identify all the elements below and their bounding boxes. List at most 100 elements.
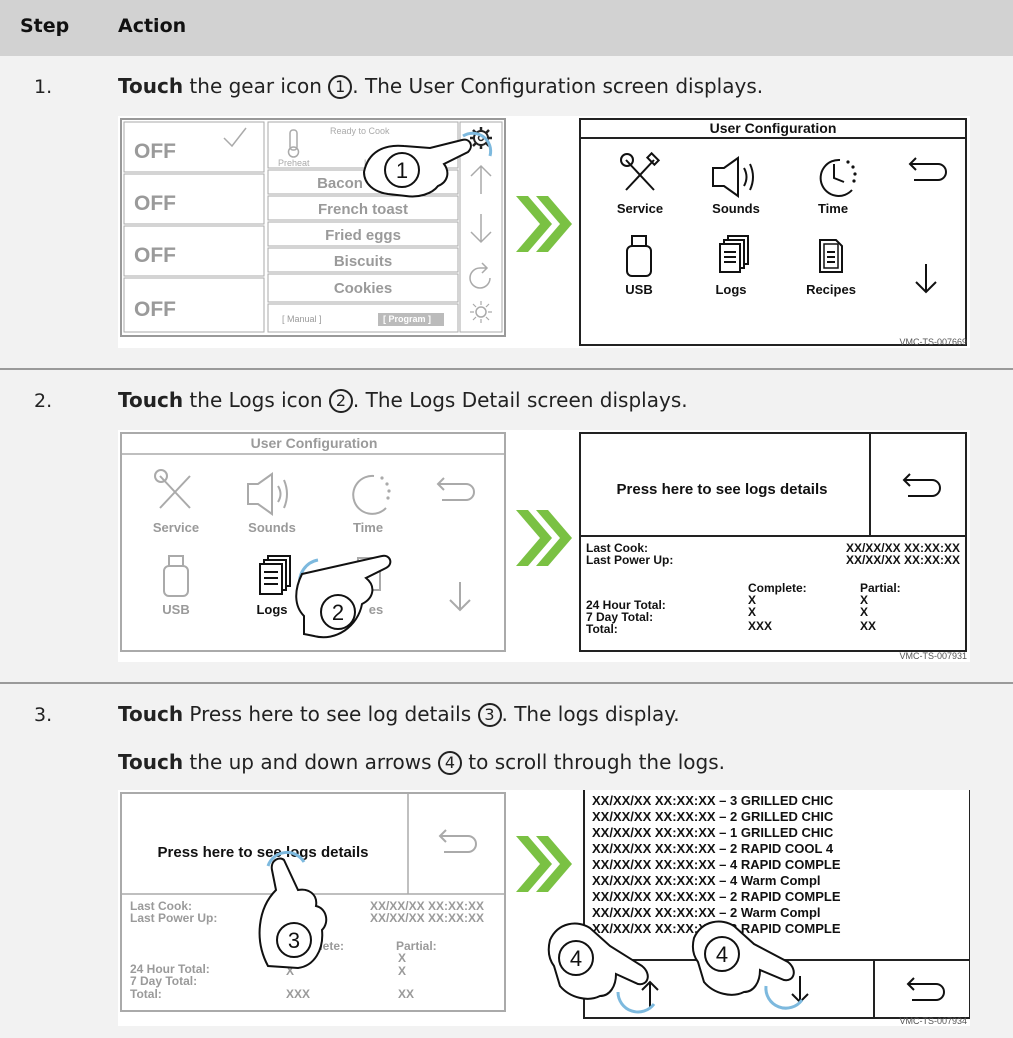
total-label: 7 Day Total: — [130, 974, 197, 988]
menu-item: Biscuits — [334, 253, 392, 270]
screen-title: User Configuration — [710, 120, 837, 136]
menu-item: Cookies — [334, 280, 392, 297]
complete-value: X — [748, 605, 756, 619]
preheat-label: Preheat — [278, 158, 310, 168]
next-arrow-icon — [516, 510, 572, 566]
last-power-up-value: XX/XX/XX XX:XX:XX — [370, 911, 484, 925]
instruction-text: the Logs icon — [183, 388, 329, 412]
recipes-label: Recipes — [806, 282, 856, 297]
partial-value: X — [398, 951, 406, 965]
log-entry: XX/XX/XX XX:XX:XX – 3 GRILLED CHIC — [592, 793, 834, 808]
total-label: Total: — [586, 622, 618, 636]
menu-item: Bacon — [317, 175, 363, 192]
instruction-text: the gear icon — [183, 74, 329, 98]
logs-detail-screen-faded: Press here to see logs details Last Cook… — [120, 792, 506, 1012]
table-header: Step Action — [0, 0, 1013, 56]
step-row-2: 2. Touch the Logs icon 2. The Logs Detai… — [0, 370, 1013, 684]
callout-4-label: 4 — [716, 942, 728, 967]
partial-value: X — [860, 605, 868, 619]
figure-code: VMC-TS-007669 — [899, 337, 967, 347]
log-entry: XX/XX/XX XX:XX:XX – 2 Warm Compl — [592, 905, 821, 920]
logs-icon — [719, 235, 749, 273]
step-number: 3. — [34, 704, 53, 726]
program-label: [ Program ] — [383, 314, 431, 324]
partial-value: XX — [398, 987, 414, 1001]
action-verb: Touch — [118, 702, 184, 726]
logs-label: Logs — [715, 282, 746, 297]
zone-buttons: OFF OFF OFF OFF — [123, 121, 265, 333]
callout-4-label: 4 — [570, 946, 582, 971]
complete-header: Complete: — [748, 581, 807, 595]
action-column-header: Action — [118, 15, 187, 37]
step-3-figure: Press here to see logs details Last Cook… — [118, 790, 970, 1026]
log-entry: XX/XX/XX XX:XX:XX – 4 Warm Compl — [592, 873, 821, 888]
next-arrow-icon — [516, 196, 572, 252]
step-row-1: 1. Touch the gear icon 1. The User Confi… — [0, 56, 1013, 370]
step-instruction-2: Touch the up and down arrows 4 to scroll… — [118, 750, 725, 775]
usb-label: USB — [162, 602, 189, 617]
step-2-figure: User Configuration Service Sounds Time U… — [118, 430, 970, 662]
logs-list-screen: XX/XX/XX XX:XX:XX – 3 GRILLED CHIC XX/XX… — [547, 790, 970, 1019]
time-label: Time — [353, 520, 383, 535]
last-power-up-label: Last Power Up: — [586, 553, 673, 567]
figure-code: VMC-TS-007934 — [899, 1016, 967, 1026]
zone-3-status: OFF — [134, 244, 176, 267]
menu-item: Fried eggs — [325, 227, 401, 244]
step-number: 1. — [34, 76, 53, 98]
zone-2-status: OFF — [134, 192, 176, 215]
step-instruction: Touch Press here to see log details 3. T… — [118, 702, 680, 727]
last-power-up-value: XX/XX/XX XX:XX:XX — [846, 553, 960, 567]
action-verb: Touch — [118, 388, 184, 412]
user-configuration-screen-faded: User Configuration Service Sounds Time U… — [120, 432, 506, 652]
status-text: Ready to Cook — [330, 126, 390, 136]
partial-value: XX — [860, 619, 876, 633]
sounds-label: Sounds — [712, 201, 760, 216]
last-power-up-label: Last Power Up: — [130, 911, 217, 925]
user-configuration-screen: User Configuration Service Sounds Time U… — [579, 118, 967, 346]
log-entry: XX/XX/XX XX:XX:XX – 2 RAPID COMPLE — [592, 889, 841, 904]
next-arrow-icon — [516, 836, 572, 892]
logs-detail-screen: Press here to see logs details Last Cook… — [579, 432, 967, 652]
recipes-label-partial: es — [369, 602, 383, 617]
step-1-figure: OFF OFF OFF OFF Ready to Cook Preheat Li — [118, 116, 970, 348]
action-verb: Touch — [118, 74, 184, 98]
complete-value: XXX — [286, 987, 310, 1001]
log-entries: XX/XX/XX XX:XX:XX – 3 GRILLED CHIC XX/XX… — [592, 793, 841, 936]
partial-value: X — [398, 964, 406, 978]
instruction-text: . The User Configuration screen displays… — [352, 74, 764, 98]
step-column-header: Step — [20, 15, 70, 37]
total-label: Total: — [130, 987, 162, 1001]
callout-marker: 2 — [328, 389, 353, 413]
step-number: 2. — [34, 390, 53, 412]
logs-icon — [259, 555, 291, 595]
zone-1-status: OFF — [134, 140, 176, 163]
instruction-text: . The Logs Detail screen displays. — [352, 388, 688, 412]
callout-marker: 4 — [437, 751, 462, 775]
screen-title: User Configuration — [251, 435, 378, 451]
instruction-text: . The logs display. — [501, 702, 680, 726]
callout-marker: 1 — [328, 75, 353, 99]
action-verb: Touch — [118, 750, 184, 774]
step-row-3: 3. Touch Press here to see log details 3… — [0, 684, 1013, 1038]
complete-value: XXX — [748, 619, 772, 633]
service-label: Service — [617, 201, 663, 216]
figure-code: VMC-TS-007931 — [899, 651, 967, 661]
log-entry: XX/XX/XX XX:XX:XX – 4 RAPID COMPLE — [592, 857, 841, 872]
step-instruction: Touch the Logs icon 2. The Logs Detail s… — [118, 388, 688, 413]
log-entry: XX/XX/XX XX:XX:XX – 2 RAPID COOL 4 — [592, 841, 834, 856]
instruction-text: the up and down arrows — [183, 750, 438, 774]
callout-marker: 3 — [477, 703, 502, 727]
manual-label: [ Manual ] — [282, 314, 322, 324]
press-logs-details-button: Press here to see logs details — [617, 481, 828, 498]
sounds-label: Sounds — [248, 520, 296, 535]
instruction-text: to scroll through the logs. — [461, 750, 726, 774]
usb-label: USB — [625, 282, 652, 297]
service-label: Service — [153, 520, 199, 535]
callout-2-label: 2 — [332, 600, 344, 625]
instruction-text: Press here to see log details — [183, 702, 478, 726]
menu-item: French toast — [318, 201, 408, 218]
callout-1-label: 1 — [396, 158, 408, 183]
logs-label: Logs — [256, 602, 287, 617]
step-instruction: Touch the gear icon 1. The User Configur… — [118, 74, 763, 99]
press-logs-details-button: Press here to see logs details — [158, 844, 369, 861]
